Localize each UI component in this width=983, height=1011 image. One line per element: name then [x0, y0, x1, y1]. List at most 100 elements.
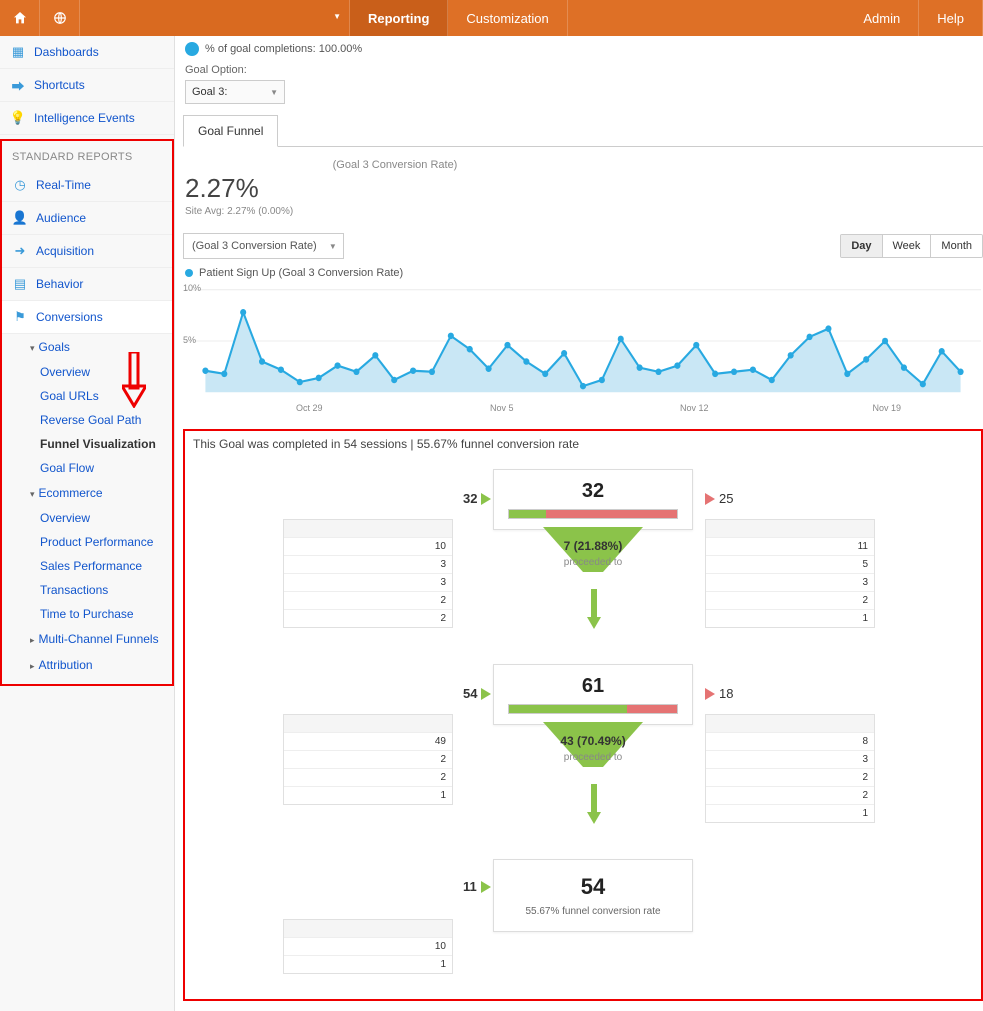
- sidebar-label: Acquisition: [36, 244, 94, 258]
- goal-completions-pct: % of goal completions: 100.00%: [205, 43, 362, 55]
- exits-table-1: 11 5 3 2 1: [705, 519, 875, 628]
- sidebar-label: Real-Time: [36, 178, 91, 192]
- final-subtext: 55.67% funnel conversion rate: [508, 906, 678, 917]
- sidebar-label: Shortcuts: [34, 78, 85, 92]
- home-icon[interactable]: [0, 0, 40, 36]
- funnel-step-2: 54 61 18 49 2 2 1 8 3 2 2 1 43 (70.49%) …: [193, 664, 973, 849]
- pie-icon: [185, 42, 199, 56]
- flag-icon: ⚑: [12, 309, 28, 325]
- goal-option-label: Goal Option:: [185, 64, 983, 76]
- subitem-goal-urls[interactable]: Goal URLs: [2, 384, 172, 408]
- time-day[interactable]: Day: [841, 235, 881, 257]
- step1-exit-value: 25: [719, 491, 733, 506]
- chart-x-labels: Oct 29 Nov 5 Nov 12 Nov 19: [183, 401, 983, 413]
- top-nav: Reporting Customization Admin Help: [0, 0, 983, 36]
- clock-icon: ◷: [12, 177, 28, 193]
- sidebar-item-behavior[interactable]: ▤Behavior: [2, 268, 172, 301]
- exit-arrow-icon: [705, 688, 715, 700]
- bulb-icon: 💡: [10, 110, 26, 126]
- series-dot-icon: [185, 269, 193, 277]
- subitem-ecom-overview[interactable]: Overview: [2, 506, 172, 530]
- subitem-sales-performance[interactable]: Sales Performance: [2, 554, 172, 578]
- sidebar-item-dashboards[interactable]: ▦ Dashboards: [0, 36, 174, 69]
- final-in-value: 11: [463, 879, 477, 894]
- subtree-goals[interactable]: Goals: [2, 334, 172, 360]
- sidebar-label: Dashboards: [34, 45, 99, 59]
- sidebar-item-realtime[interactable]: ◷ Real-Time: [2, 169, 172, 202]
- goal-option-value: Goal 3:: [192, 86, 227, 98]
- shortcuts-icon: ⮕: [10, 77, 26, 93]
- step1-in-value: 32: [463, 491, 477, 506]
- sidebar-label: Conversions: [36, 310, 103, 324]
- subtree-attribution[interactable]: Attribution: [2, 652, 172, 678]
- sidebar-item-shortcuts[interactable]: ⮕ Shortcuts: [0, 69, 174, 102]
- subitem-goal-flow[interactable]: Goal Flow: [2, 456, 172, 480]
- stage1-count: 32: [508, 480, 678, 503]
- proceed-sub-2: proceeded to: [503, 752, 683, 763]
- tab-goal-funnel[interactable]: Goal Funnel: [183, 115, 278, 147]
- step2-exit-value: 18: [719, 686, 733, 701]
- funnel-summary: This Goal was completed in 54 sessions |…: [193, 437, 973, 451]
- funnel-step-1: 32 32 25 10 3 3 2 2 11 5 3 2 1 7 (21.88%…: [193, 469, 973, 654]
- tab-reporting[interactable]: Reporting: [350, 0, 448, 36]
- series-label-text: Patient Sign Up (Goal 3 Conversion Rate): [199, 267, 403, 279]
- goal-option-select[interactable]: Goal 3:: [185, 80, 285, 104]
- final-count: 54: [508, 874, 678, 900]
- subitem-product-performance[interactable]: Product Performance: [2, 530, 172, 554]
- time-week[interactable]: Week: [882, 235, 931, 257]
- down-arrow-icon: [587, 784, 601, 824]
- exit-arrow-icon: [705, 493, 715, 505]
- globe-icon[interactable]: [40, 0, 80, 36]
- metric-selector-label: (Goal 3 Conversion Rate): [192, 240, 317, 252]
- subtree-multi-channel[interactable]: Multi-Channel Funnels: [2, 626, 172, 652]
- sidebar-item-conversions[interactable]: ⚑ Conversions: [2, 301, 172, 334]
- funnel-visualization: This Goal was completed in 54 sessions |…: [183, 429, 983, 1001]
- main-content: % of goal completions: 100.00% Goal Opti…: [175, 36, 983, 1011]
- down-arrow-icon: [587, 589, 601, 629]
- enter-arrow-icon: [481, 881, 491, 893]
- subitem-reverse-goal-path[interactable]: Reverse Goal Path: [2, 408, 172, 432]
- site-avg-value: Site Avg: 2.27% (0.00%): [185, 206, 981, 217]
- proceed-sub-1: proceeded to: [503, 557, 683, 568]
- y-tick-10: 10%: [183, 283, 201, 293]
- subitem-transactions[interactable]: Transactions: [2, 578, 172, 602]
- conversion-rate-value: 2.27%: [185, 173, 981, 204]
- sidebar-item-audience[interactable]: 👤 Audience: [2, 202, 172, 235]
- sidebar-label: Intelligence Events: [34, 111, 135, 125]
- enter-arrow-icon: [481, 688, 491, 700]
- arrow-icon: ➜: [12, 243, 28, 259]
- stage-box-1: 32: [493, 469, 693, 530]
- stage-box-2: 61: [493, 664, 693, 725]
- subitem-overview[interactable]: Overview: [2, 360, 172, 384]
- standard-reports-header: STANDARD REPORTS: [2, 141, 172, 169]
- funnel-step-final: 11 54 55.67% funnel conversion rate 10 1: [193, 859, 973, 979]
- enter-arrow-icon: [481, 493, 491, 505]
- tab-admin[interactable]: Admin: [845, 0, 919, 36]
- final-stage-box: 54 55.67% funnel conversion rate: [493, 859, 693, 932]
- dashboards-icon: ▦: [10, 44, 26, 60]
- proceed-value-2: 43 (70.49%): [523, 734, 663, 748]
- subtree-ecommerce[interactable]: Ecommerce: [2, 480, 172, 506]
- metric-selector[interactable]: (Goal 3 Conversion Rate): [183, 233, 344, 259]
- user-icon: 👤: [12, 210, 28, 226]
- metric-label: (Goal 3 Conversion Rate): [185, 159, 605, 171]
- sidebar-label: Audience: [36, 211, 86, 225]
- sidebar-item-acquisition[interactable]: ➜ Acquisition: [2, 235, 172, 268]
- subitem-funnel-visualization[interactable]: Funnel Visualization: [2, 432, 172, 456]
- list-icon: ▤: [12, 276, 28, 292]
- proceed-value-1: 7 (21.88%): [523, 539, 663, 553]
- y-tick-5: 5%: [183, 335, 196, 345]
- time-month[interactable]: Month: [930, 235, 982, 257]
- entries-table-2: 49 2 2 1: [283, 714, 453, 805]
- sidebar-item-intel[interactable]: 💡 Intelligence Events: [0, 102, 174, 135]
- entries-table-3: 10 1: [283, 919, 453, 974]
- step2-in-value: 54: [463, 686, 477, 701]
- time-granularity-group: Day Week Month: [840, 234, 983, 258]
- stage2-count: 61: [508, 675, 678, 698]
- tab-customization[interactable]: Customization: [448, 0, 567, 36]
- exits-table-2: 8 3 2 2 1: [705, 714, 875, 823]
- tab-help[interactable]: Help: [919, 0, 983, 36]
- account-selector[interactable]: [80, 0, 350, 36]
- left-sidebar: ▦ Dashboards ⮕ Shortcuts 💡 Intelligence Eve…: [0, 36, 175, 1011]
- subitem-time-to-purchase[interactable]: Time to Purchase: [2, 602, 172, 626]
